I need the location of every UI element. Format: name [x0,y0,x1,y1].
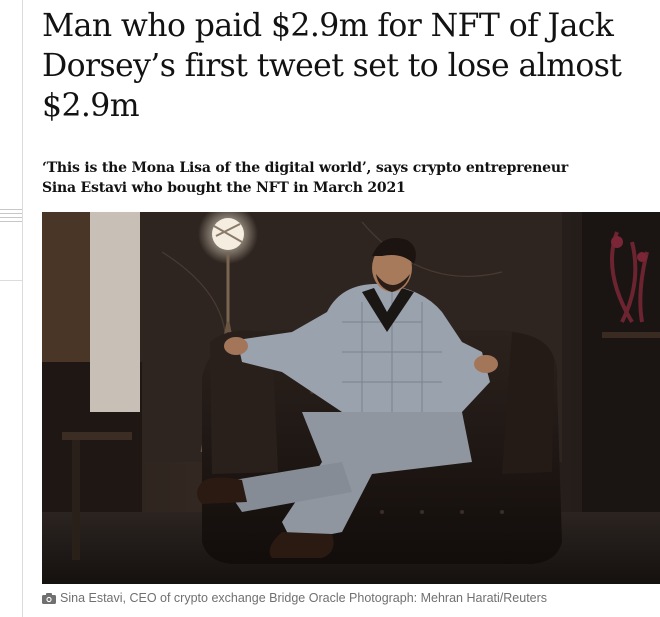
photo-caption: Sina Estavi, CEO of crypto exchange Brid… [42,591,652,605]
photo-caption-text: Sina Estavi, CEO of crypto exchange Brid… [60,591,548,605]
side-divider [0,280,22,281]
article-headline: Man who paid $2.9m for NFT of Jack Dorse… [42,8,622,124]
camera-icon [42,592,56,604]
main-photo [42,212,660,584]
menu-icon[interactable] [0,209,22,223]
left-column-rule [22,0,23,617]
article-standfirst: ‘This is the Mona Lisa of the digital wo… [42,160,568,196]
